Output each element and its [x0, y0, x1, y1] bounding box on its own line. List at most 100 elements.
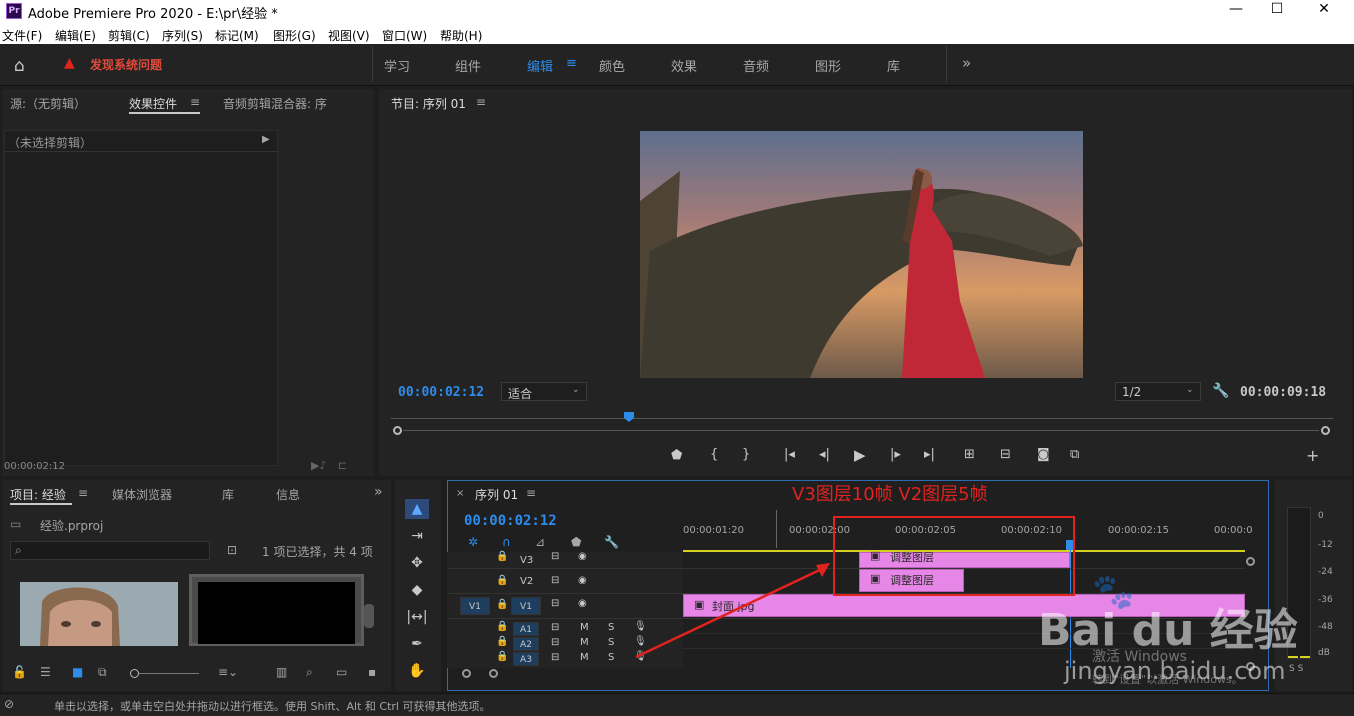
menu-marker[interactable]: 标记(M) [215, 27, 259, 44]
timeline-timecode[interactable]: 00:00:02:12 [464, 513, 557, 529]
ws-tab-assembly[interactable]: 组件 [455, 56, 481, 75]
razor-icon[interactable]: ◆ [405, 580, 429, 600]
ws-tab-libraries[interactable]: 库 [887, 56, 900, 75]
tab-libraries[interactable]: 库 [222, 486, 234, 503]
ws-tab-learn[interactable]: 学习 [384, 56, 410, 75]
add-button-icon[interactable]: + [1306, 446, 1319, 465]
eye-icon[interactable]: ◉ [578, 575, 587, 586]
minimize-icon[interactable]: — [1226, 1, 1246, 17]
selection-tool-icon[interactable]: ▲ [405, 499, 429, 519]
pen-icon[interactable]: ✒ [405, 634, 429, 654]
fit-dropdown[interactable]: 适合 ⌄ [501, 382, 587, 401]
solo-button[interactable]: S [608, 652, 614, 663]
zoom-handle-right[interactable] [1321, 426, 1330, 435]
go-to-in-icon[interactable]: |◂ [784, 447, 795, 462]
timeline-tab[interactable]: 序列 01 [475, 486, 518, 503]
solo-buttons[interactable]: S S [1289, 664, 1303, 674]
ws-tab-graphics[interactable]: 图形 [815, 56, 841, 75]
tab-effect-controls[interactable]: 效果控件 [129, 95, 177, 112]
vertical-zoom-handle[interactable] [1246, 557, 1255, 566]
freeform-view-icon[interactable]: ⧉ [98, 665, 107, 680]
track-label-v2[interactable]: V2 [520, 576, 533, 587]
step-forward-icon[interactable]: |▸ [890, 447, 901, 462]
ws-overflow-icon[interactable]: » [962, 54, 971, 72]
panel-overflow-icon[interactable]: » [374, 484, 383, 500]
wrench-icon[interactable]: 🔧 [1212, 383, 1229, 399]
panel-menu-icon[interactable]: ≡ [476, 95, 486, 109]
menu-sequence[interactable]: 序列(S) [162, 27, 203, 44]
new-bin-from-search-icon[interactable]: ⊡ [227, 543, 237, 557]
menu-help[interactable]: 帮助(H) [440, 27, 482, 44]
zoom-handle-left[interactable] [393, 426, 402, 435]
audio-icon[interactable]: ▶♪ [311, 459, 326, 472]
eye-icon[interactable]: ◉ [578, 551, 587, 562]
zoom-slider-handle[interactable] [130, 669, 139, 678]
lock-icon[interactable]: 🔒 [496, 599, 508, 610]
lock-icon[interactable]: 🔒 [496, 575, 508, 586]
track-label-v1[interactable]: V1 [511, 597, 541, 615]
step-back-icon[interactable]: ◂| [819, 447, 830, 462]
ws-tab-color[interactable]: 颜色 [599, 56, 625, 75]
close-icon[interactable]: ✕ [1314, 1, 1334, 17]
export-icon[interactable]: ⊏ [338, 459, 347, 472]
lock-icon[interactable]: 🔒 [496, 551, 508, 562]
slip-icon[interactable]: |↔| [405, 607, 429, 627]
new-bin-icon[interactable]: ▭ [336, 665, 347, 679]
compare-icon[interactable]: ⧉ [1070, 447, 1079, 462]
home-icon[interactable]: ⌂ [14, 56, 25, 76]
warning-icon[interactable]: ▲ [64, 55, 75, 71]
find-icon[interactable]: ⌕ [306, 665, 313, 680]
menu-graphics[interactable]: 图形(G) [273, 27, 316, 44]
play-arrow-icon[interactable]: ▶ [262, 134, 270, 145]
thumbnail-face[interactable] [20, 582, 178, 646]
horizontal-zoom-handle[interactable] [462, 669, 471, 678]
source-patch-v1[interactable]: V1 [460, 597, 490, 615]
sync-lock-icon[interactable]: ⊟ [551, 652, 559, 663]
mute-button[interactable]: M [580, 637, 589, 648]
lift-icon[interactable]: ⊞ [964, 447, 975, 462]
eye-icon[interactable]: ◉ [578, 598, 587, 609]
solo-button[interactable]: S [608, 637, 614, 648]
sync-lock-icon[interactable]: ⊟ [551, 598, 559, 609]
camera-icon[interactable]: ◙ [1037, 447, 1050, 462]
go-to-out-icon[interactable]: ▸| [924, 447, 935, 462]
track-label-a3[interactable]: A3 [513, 652, 539, 666]
list-view-icon[interactable]: ☰ [40, 665, 51, 679]
timeline-settings-icon[interactable]: 🔧 [604, 535, 619, 549]
menu-clip[interactable]: 剪辑(C) [108, 27, 150, 44]
ws-tab-effects[interactable]: 效果 [671, 56, 697, 75]
menu-edit[interactable]: 编辑(E) [55, 27, 96, 44]
lock-icon[interactable]: 🔒 [496, 621, 508, 632]
mark-in-icon[interactable]: { [710, 447, 718, 462]
menu-view[interactable]: 视图(V) [328, 27, 370, 44]
mark-out-icon[interactable]: } [742, 447, 750, 462]
horizontal-zoom-handle[interactable] [489, 669, 498, 678]
project-scrollbar[interactable] [364, 604, 374, 628]
lock-icon[interactable]: 🔒 [496, 636, 508, 647]
track-label-v3[interactable]: V3 [520, 555, 533, 566]
mute-button[interactable]: M [580, 652, 589, 663]
automate-icon[interactable]: ▥ [276, 665, 287, 679]
extract-icon[interactable]: ⊟ [1000, 447, 1011, 462]
tab-audio-mixer[interactable]: 音频剪辑混合器: 序 [223, 95, 327, 112]
play-icon[interactable]: ▶ [854, 446, 866, 464]
menu-file[interactable]: 文件(F) [2, 27, 42, 44]
icon-view-icon[interactable]: ■ [72, 665, 83, 679]
solo-button[interactable]: S [608, 622, 614, 633]
thumbnail-sequence[interactable] [189, 574, 364, 646]
lock-icon[interactable]: 🔓 [12, 665, 27, 679]
tab-source[interactable]: 源:（无剪辑） [10, 95, 86, 112]
program-current-timecode[interactable]: 00:00:02:12 [398, 385, 484, 400]
tab-media-browser[interactable]: 媒体浏览器 [112, 486, 172, 503]
tab-project[interactable]: 项目: 经验 [10, 486, 66, 503]
zoom-scrollbar[interactable] [403, 430, 1319, 431]
ws-menu-icon[interactable]: ≡ [566, 56, 577, 71]
sync-lock-icon[interactable]: ⊟ [551, 575, 559, 586]
system-alert[interactable]: 发现系统问题 [90, 56, 162, 73]
tab-info[interactable]: 信息 [276, 486, 300, 503]
lock-icon[interactable]: 🔒 [496, 651, 508, 662]
sort-icon[interactable]: ≡⌄ [218, 665, 238, 679]
close-tab-icon[interactable]: × [456, 488, 464, 499]
new-item-icon[interactable]: ▪ [368, 665, 376, 679]
hand-icon[interactable]: ✋ [405, 661, 429, 681]
